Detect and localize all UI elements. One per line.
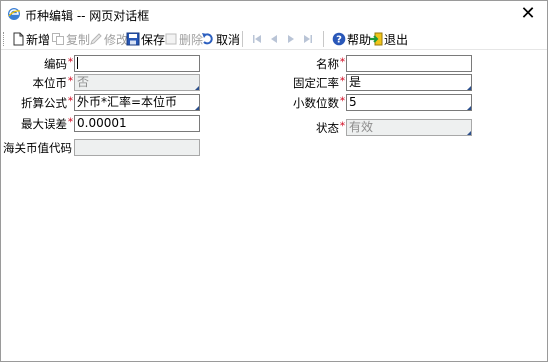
edit-pencil-icon: [90, 33, 102, 45]
customs-code-label: 海关币值代码: [3, 140, 72, 156]
fixed-rate-label-text: 固定汇率: [293, 76, 339, 90]
status-value: 有效: [349, 120, 374, 134]
first-record-icon: [253, 35, 261, 43]
ie-page-icon: [8, 8, 21, 20]
help-button[interactable]: ? 帮助: [332, 30, 371, 48]
max-error-label-text: 最大误差: [21, 117, 67, 131]
code-input[interactable]: [74, 55, 200, 72]
cancel-button-label: 取消: [216, 32, 241, 47]
customs-code-input[interactable]: [74, 139, 200, 156]
window-title: 币种编辑 -- 网页对话框: [25, 9, 150, 23]
dropdown-corner-icon: [195, 86, 199, 90]
help-button-label: 帮助: [347, 32, 372, 47]
exit-door-icon: [370, 32, 383, 46]
copy-button-label: 复制: [66, 32, 91, 47]
conversion-formula-label: 折算公式*: [9, 95, 73, 111]
dropdown-corner-icon: [467, 86, 471, 90]
first-record-button[interactable]: [250, 30, 265, 48]
undo-arrow-icon: [202, 33, 213, 45]
fixed-rate-select[interactable]: 是: [346, 74, 472, 91]
required-mark: *: [68, 96, 73, 107]
decimal-places-select[interactable]: 5: [346, 94, 472, 111]
delete-button[interactable]: 删除: [164, 30, 203, 48]
save-button[interactable]: 保存: [126, 30, 165, 48]
name-label-text: 名称: [316, 57, 339, 71]
toolbar: 新增 复制 修改 保存 删除 取消 ? 帮助 退出: [1, 29, 547, 49]
help-question-icon: ?: [332, 32, 346, 46]
dropdown-corner-icon: [467, 131, 471, 135]
edit-button[interactable]: 修改: [89, 30, 128, 48]
last-record-icon: [304, 35, 312, 43]
svg-text:?: ?: [336, 35, 342, 46]
previous-record-icon: [271, 35, 277, 43]
new-document-icon: [13, 32, 24, 46]
cancel-button[interactable]: 取消: [201, 30, 240, 48]
required-mark: *: [340, 121, 345, 132]
required-mark: *: [340, 76, 345, 87]
name-label: 名称*: [281, 56, 345, 72]
delete-icon: [165, 33, 177, 45]
conversion-formula-value: 外币*汇率=本位币: [77, 95, 178, 109]
toolbar-grip: [3, 32, 6, 46]
required-mark: *: [68, 76, 73, 87]
exit-button-label: 退出: [384, 32, 409, 47]
max-error-value: 0.00001: [77, 116, 127, 130]
max-error-input[interactable]: 0.00001: [74, 115, 200, 132]
code-label-text: 编码: [44, 57, 67, 71]
code-label: 编码*: [9, 56, 73, 72]
dialog-window: 币种编辑 -- 网页对话框 ✕ 新增 复制 修改 保存 删除 取消 ? 帮助 退…: [0, 0, 548, 362]
base-currency-label-text: 本位币: [32, 76, 68, 90]
fixed-rate-label: 固定汇率*: [281, 75, 345, 91]
base-currency-value: 否: [77, 75, 90, 89]
required-mark: *: [340, 57, 345, 68]
next-record-button[interactable]: [284, 30, 299, 48]
decimal-places-label-text: 小数位数: [293, 96, 339, 110]
base-currency-label: 本位币*: [9, 75, 74, 91]
required-mark: *: [68, 57, 73, 68]
toolbar-separator: [242, 31, 243, 47]
title-bar: 币种编辑 -- 网页对话框 ✕: [1, 1, 547, 29]
fixed-rate-value: 是: [349, 75, 362, 89]
decimal-places-value: 5: [349, 95, 357, 109]
delete-button-label: 删除: [179, 32, 204, 47]
previous-record-button[interactable]: [267, 30, 282, 48]
new-button[interactable]: 新增: [11, 30, 50, 48]
conversion-formula-label-text: 折算公式: [21, 96, 67, 110]
required-mark: *: [68, 117, 73, 128]
name-input[interactable]: [346, 55, 472, 72]
toolbar-separator: [323, 31, 324, 47]
exit-button[interactable]: 退出: [369, 30, 408, 48]
copy-icon: [52, 33, 64, 45]
save-disk-icon: [126, 32, 140, 46]
last-record-button[interactable]: [301, 30, 316, 48]
decimal-places-label: 小数位数*: [281, 95, 345, 111]
toolbar-divider: [1, 49, 547, 50]
copy-button[interactable]: 复制: [51, 30, 90, 48]
max-error-label: 最大误差*: [9, 116, 73, 132]
dropdown-corner-icon: [467, 106, 471, 110]
status-label: 状态*: [281, 120, 345, 136]
status-select[interactable]: 有效: [346, 119, 472, 136]
save-button-label: 保存: [141, 32, 166, 47]
close-button[interactable]: ✕: [515, 3, 541, 25]
customs-code-label-text: 海关币值代码: [3, 141, 72, 155]
next-record-icon: [288, 35, 294, 43]
required-mark: *: [340, 96, 345, 107]
new-button-label: 新增: [26, 32, 51, 47]
conversion-formula-select[interactable]: 外币*汇率=本位币: [74, 94, 200, 111]
close-icon: ✕: [520, 3, 536, 24]
edit-button-label: 修改: [104, 32, 129, 47]
dropdown-corner-icon: [195, 106, 199, 110]
base-currency-select[interactable]: 否: [74, 74, 200, 91]
text-cursor: [77, 56, 78, 69]
status-label-text: 状态: [316, 121, 339, 135]
